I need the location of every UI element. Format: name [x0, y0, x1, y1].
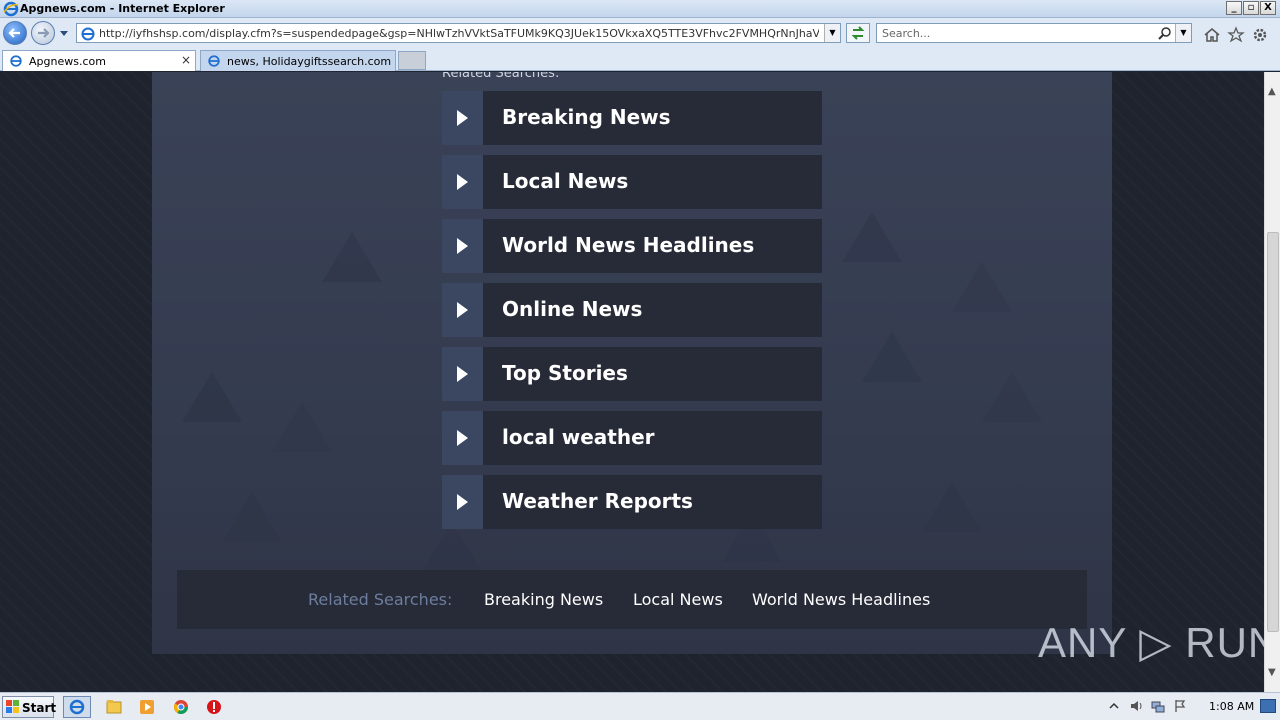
window-title: Apgnews.com - Internet Explorer — [20, 2, 225, 15]
search-dropdown-icon[interactable]: ▼ — [1175, 24, 1191, 42]
action-center-flag-icon[interactable] — [1172, 698, 1188, 714]
back-arrow-icon — [8, 28, 20, 38]
play-arrow-icon — [442, 411, 483, 465]
tab-favicon-icon — [208, 55, 220, 67]
url-text[interactable]: http://iyfhshsp.com/display.cfm?s=suspen… — [99, 27, 819, 40]
close-window-button[interactable]: X — [1260, 1, 1276, 15]
link-label: Top Stories — [502, 361, 628, 385]
link-label: Local News — [502, 169, 629, 193]
page-viewport: Related Searches: Breaking News Local Ne… — [0, 72, 1264, 692]
system-tray — [1106, 698, 1188, 714]
close-tab-icon[interactable]: × — [181, 53, 191, 67]
footer-link-breaking-news[interactable]: Breaking News — [484, 590, 603, 609]
network-icon[interactable] — [1150, 698, 1166, 714]
search-link-breaking-news[interactable]: Breaking News — [442, 91, 822, 145]
forward-button[interactable] — [31, 21, 55, 45]
footer-label: Related Searches: — [308, 590, 453, 609]
taskbar-chrome-icon[interactable] — [169, 696, 193, 718]
anyrun-watermark: ANY ▷ RUN — [1038, 619, 1264, 666]
forward-arrow-icon — [38, 28, 50, 38]
search-link-online-news[interactable]: Online News — [442, 283, 822, 337]
content-panel: Related Searches: Breaking News Local Ne… — [152, 72, 1112, 654]
scroll-up-icon[interactable]: ▲ — [1268, 86, 1276, 97]
navigation-bar: http://iyfhshsp.com/display.cfm?s=suspen… — [0, 18, 1280, 48]
settings-gear-icon[interactable] — [1251, 26, 1269, 44]
taskbar-clock[interactable]: 1:08 AM — [1209, 700, 1254, 713]
related-search-links: Breaking News Local News World News Head… — [442, 91, 822, 539]
start-button[interactable]: Start — [2, 696, 57, 718]
favorites-star-icon[interactable] — [1227, 26, 1245, 44]
taskbar-security-alert-icon[interactable] — [202, 696, 226, 718]
vertical-scrollbar[interactable]: ▲ ▼ — [1264, 72, 1280, 692]
related-searches-heading: Related Searches: — [442, 72, 560, 81]
address-dropdown-icon[interactable]: ▼ — [824, 24, 840, 42]
play-arrow-icon — [442, 475, 483, 529]
show-hidden-icons-icon[interactable] — [1106, 698, 1122, 714]
taskbar-internet-explorer-icon[interactable] — [63, 696, 91, 718]
link-label: local weather — [502, 425, 655, 449]
search-icon[interactable] — [1157, 26, 1173, 42]
volume-icon[interactable] — [1128, 698, 1144, 714]
search-link-local-weather[interactable]: local weather — [442, 411, 822, 465]
start-label: Start — [22, 701, 57, 715]
tab-label: Apgnews.com — [29, 55, 106, 68]
tab-holidaygiftssearch[interactable]: news, Holidaygiftssearch.com — [200, 50, 396, 71]
tab-label: news, Holidaygiftssearch.com — [227, 55, 392, 68]
link-label: World News Headlines — [502, 233, 755, 257]
link-label: Weather Reports — [502, 489, 693, 513]
back-button[interactable] — [3, 21, 27, 45]
toolbar-icons — [1203, 26, 1269, 44]
link-label: Online News — [502, 297, 643, 321]
play-arrow-icon — [442, 347, 483, 401]
footer-link-local-news[interactable]: Local News — [633, 590, 723, 609]
taskbar-media-player-icon[interactable] — [135, 696, 159, 718]
footer-related-searches: Related Searches: Breaking News Local Ne… — [177, 570, 1087, 629]
compatibility-refresh-button[interactable] — [846, 23, 870, 43]
tab-favicon-icon — [10, 55, 22, 67]
search-link-weather-reports[interactable]: Weather Reports — [442, 475, 822, 529]
footer-link-world-news-headlines[interactable]: World News Headlines — [752, 590, 930, 609]
title-bar: Apgnews.com - Internet Explorer _ ▫ X — [0, 0, 1280, 18]
search-box[interactable]: Search... ▼ — [876, 23, 1192, 43]
search-link-world-news-headlines[interactable]: World News Headlines — [442, 219, 822, 273]
taskbar-file-explorer-icon[interactable] — [102, 696, 126, 718]
new-tab-button[interactable] — [398, 51, 426, 70]
restore-button[interactable]: ▫ — [1243, 1, 1259, 15]
tab-bar: Apgnews.com × news, Holidaygiftssearch.c… — [0, 48, 1280, 71]
address-bar[interactable]: http://iyfhshsp.com/display.cfm?s=suspen… — [76, 23, 841, 43]
minimize-button[interactable]: _ — [1226, 1, 1242, 15]
search-placeholder: Search... — [882, 27, 931, 40]
page-favicon-icon — [81, 27, 95, 41]
tab-apgnews[interactable]: Apgnews.com × — [2, 50, 196, 71]
recent-pages-dropdown-icon[interactable] — [58, 28, 70, 38]
internet-explorer-icon — [3, 1, 19, 17]
show-desktop-icon[interactable] — [1260, 699, 1276, 713]
play-arrow-icon — [442, 91, 483, 145]
taskbar: Start 1:08 AM — [0, 692, 1280, 720]
scroll-thumb[interactable] — [1267, 232, 1279, 632]
play-arrow-icon — [442, 219, 483, 273]
search-link-local-news[interactable]: Local News — [442, 155, 822, 209]
home-icon[interactable] — [1203, 26, 1221, 44]
scroll-down-icon[interactable]: ▼ — [1268, 667, 1276, 678]
refresh-icon — [851, 26, 865, 40]
play-arrow-icon — [442, 155, 483, 209]
search-link-top-stories[interactable]: Top Stories — [442, 347, 822, 401]
play-arrow-icon — [442, 283, 483, 337]
window-controls: _ ▫ X — [1226, 1, 1276, 15]
windows-logo-icon — [6, 700, 19, 713]
link-label: Breaking News — [502, 105, 671, 129]
